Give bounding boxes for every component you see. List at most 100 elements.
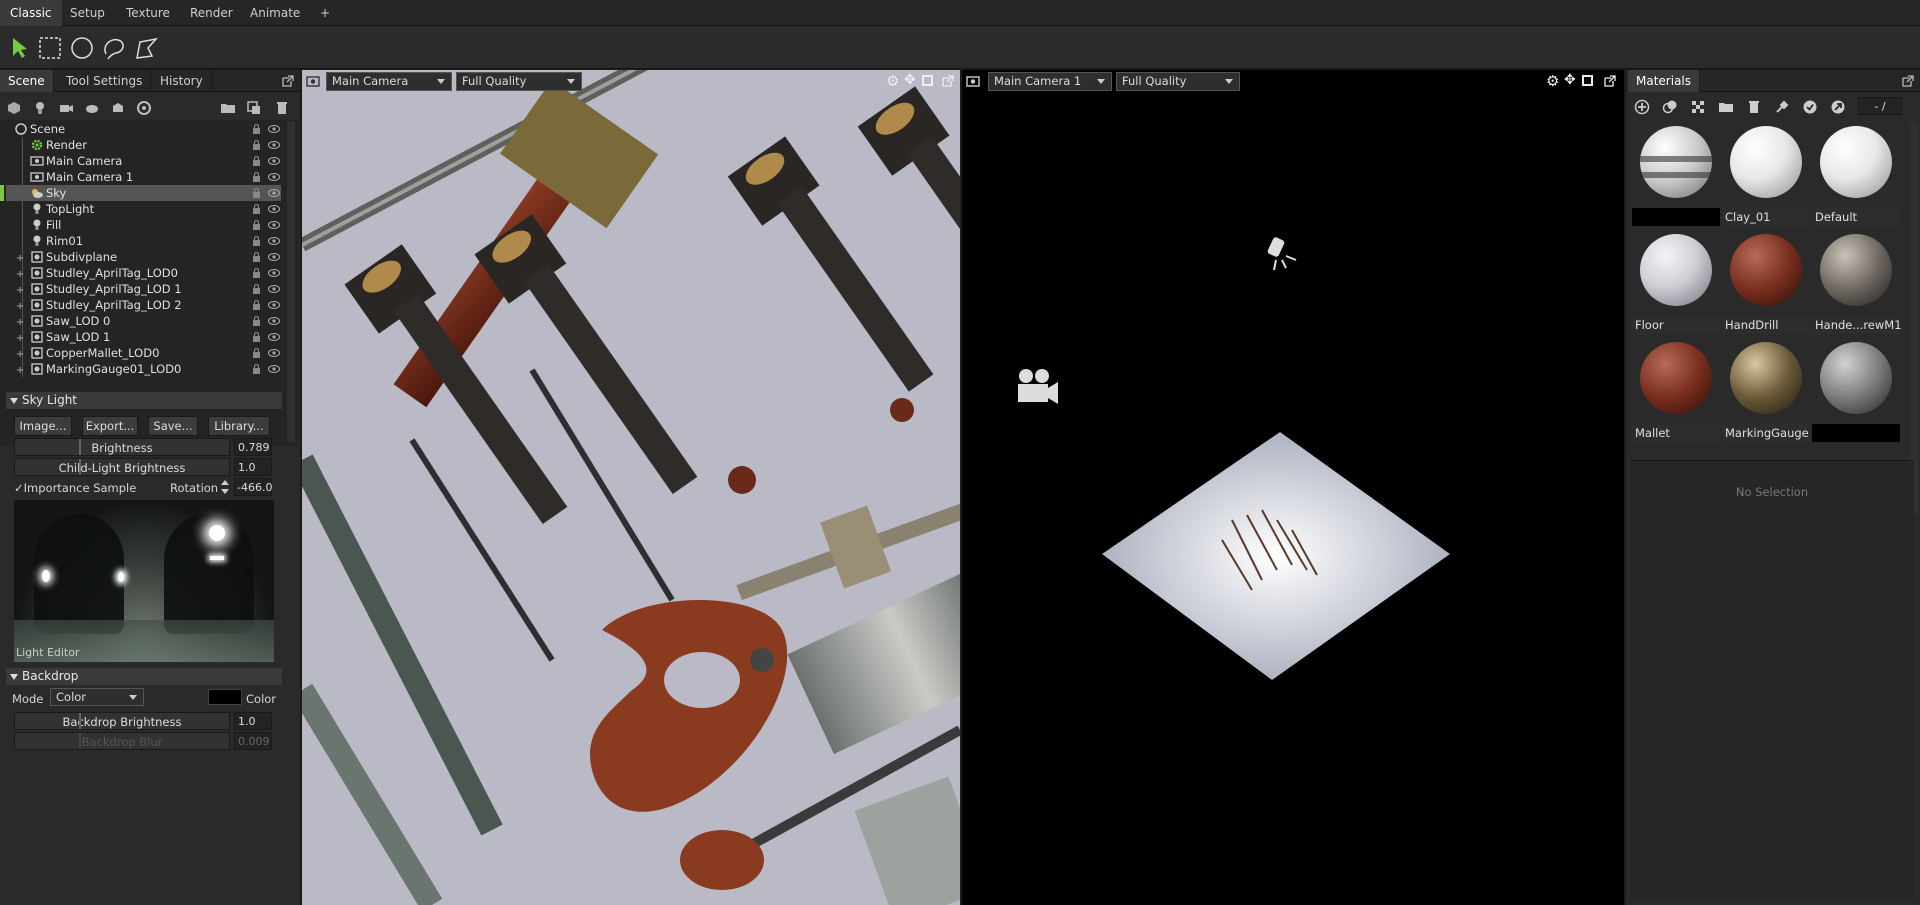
scene-tree-item[interactable]: + Studley_AprilTag_LOD 2 bbox=[6, 297, 281, 313]
assign-icon[interactable] bbox=[1802, 99, 1818, 115]
scene-tree-item[interactable]: + MarkingGauge01_LOD0 bbox=[6, 361, 281, 377]
lock-icon[interactable] bbox=[252, 188, 261, 198]
tab-tool-settings[interactable]: Tool Settings bbox=[58, 70, 152, 92]
lock-icon[interactable] bbox=[252, 284, 261, 294]
expand-icon[interactable]: + bbox=[16, 363, 24, 379]
scene-tree-item[interactable]: + Saw_LOD 0 bbox=[6, 313, 281, 329]
scene-tree-item[interactable]: Scene bbox=[6, 121, 281, 137]
folder-icon[interactable] bbox=[1718, 99, 1734, 115]
material-thumbnail[interactable]: Default bbox=[1812, 124, 1900, 228]
scene-tree-scrollbar[interactable] bbox=[287, 122, 295, 442]
library-button[interactable]: Library... bbox=[208, 416, 270, 436]
camera-dropdown[interactable]: Main Camera bbox=[326, 72, 452, 91]
eye-icon[interactable] bbox=[268, 141, 280, 149]
eye-icon[interactable] bbox=[268, 173, 280, 181]
eye-icon[interactable] bbox=[268, 125, 280, 133]
scene-tree-item[interactable]: + Subdivplane bbox=[6, 249, 281, 265]
material-thumbnail[interactable]: Mallet bbox=[1632, 340, 1720, 444]
circle-select-icon[interactable] bbox=[68, 34, 96, 62]
lock-icon[interactable] bbox=[252, 124, 261, 134]
scene-tree-item[interactable]: + Saw_LOD 1 bbox=[6, 329, 281, 345]
tab-setup[interactable]: Setup bbox=[60, 0, 115, 26]
lock-icon[interactable] bbox=[252, 268, 261, 278]
color-swatch[interactable] bbox=[208, 689, 242, 705]
folder-icon[interactable] bbox=[220, 100, 236, 116]
save-button[interactable]: Save... bbox=[148, 416, 198, 436]
backdrop-blur-slider[interactable]: Backdrop Blur bbox=[14, 732, 230, 750]
lock-icon[interactable] bbox=[252, 332, 261, 342]
lock-icon[interactable] bbox=[252, 172, 261, 182]
scene-tree-item[interactable]: Main Camera bbox=[6, 153, 281, 169]
brightness-value[interactable]: 0.789 bbox=[234, 438, 272, 456]
quality-dropdown[interactable]: Full Quality bbox=[456, 72, 582, 91]
importance-sample-checkbox[interactable]: ✓Importance Sample bbox=[14, 480, 136, 496]
move-icon[interactable]: ✥ bbox=[904, 72, 916, 88]
lock-icon[interactable] bbox=[252, 156, 261, 166]
camera-icon[interactable] bbox=[306, 74, 320, 88]
polygon-select-icon[interactable] bbox=[132, 34, 160, 62]
brightness-slider[interactable]: Brightness bbox=[14, 438, 230, 456]
material-thumbnail[interactable] bbox=[1812, 340, 1900, 444]
viewport-main-camera[interactable]: Main Camera Full Quality ⚙ ✥ bbox=[302, 70, 960, 905]
add-tab-button[interactable]: + bbox=[310, 0, 340, 26]
eye-icon[interactable] bbox=[268, 317, 280, 325]
duplicate-material-icon[interactable] bbox=[1662, 99, 1678, 115]
sky-light-header[interactable]: Sky Light bbox=[6, 392, 282, 409]
add-material-icon[interactable] bbox=[1634, 99, 1650, 115]
lock-icon[interactable] bbox=[252, 364, 261, 374]
add-material-icon[interactable] bbox=[136, 100, 152, 116]
lock-icon[interactable] bbox=[252, 300, 261, 310]
material-thumbnail[interactable]: Clay_01 bbox=[1722, 124, 1810, 228]
lock-icon[interactable] bbox=[252, 204, 261, 214]
tab-animate[interactable]: Animate bbox=[240, 0, 310, 26]
trash-icon[interactable] bbox=[1746, 99, 1762, 115]
tab-history[interactable]: History bbox=[152, 70, 212, 92]
light-gizmo-icon[interactable] bbox=[1260, 232, 1304, 276]
material-thumbnail[interactable]: HandDrill bbox=[1722, 232, 1810, 336]
child-light-value[interactable]: 1.0 bbox=[234, 458, 272, 476]
viewport-main-camera-1[interactable]: Main Camera 1 Full Quality ⚙ ✥ bbox=[962, 70, 1624, 905]
add-sky-icon[interactable] bbox=[84, 100, 100, 116]
gear-icon[interactable]: ⚙ bbox=[886, 72, 899, 90]
export-button[interactable]: Export... bbox=[82, 416, 138, 436]
trash-icon[interactable] bbox=[274, 100, 290, 116]
scene-tree-item[interactable]: TopLight bbox=[6, 201, 281, 217]
scene-tree-item[interactable]: + CopperMallet_LOD0 bbox=[6, 345, 281, 361]
spinner-icon[interactable] bbox=[220, 478, 230, 496]
add-light-icon[interactable] bbox=[32, 100, 48, 116]
eye-icon[interactable] bbox=[268, 189, 280, 197]
eye-icon[interactable] bbox=[268, 349, 280, 357]
child-light-slider[interactable]: Child-Light Brightness bbox=[14, 458, 230, 476]
popout-icon[interactable] bbox=[280, 73, 296, 89]
tab-scene[interactable]: Scene bbox=[0, 70, 54, 92]
eye-icon[interactable] bbox=[268, 157, 280, 165]
rect-select-icon[interactable] bbox=[36, 34, 64, 62]
lock-icon[interactable] bbox=[252, 140, 261, 150]
eye-icon[interactable] bbox=[268, 253, 280, 261]
backdrop-brightness-slider[interactable]: Backdrop Brightness bbox=[14, 712, 230, 730]
scene-tree-item[interactable]: + Studley_AprilTag_LOD 1 bbox=[6, 281, 281, 297]
scene-tree-item[interactable]: + Studley_AprilTag_LOD0 bbox=[6, 265, 281, 281]
lock-icon[interactable] bbox=[252, 236, 261, 246]
scene-tree-item[interactable]: Render bbox=[6, 137, 281, 153]
eye-icon[interactable] bbox=[268, 333, 280, 341]
lock-icon[interactable] bbox=[252, 252, 261, 262]
lock-icon[interactable] bbox=[252, 316, 261, 326]
sky-panorama-preview[interactable]: Light Editor bbox=[14, 500, 274, 662]
tab-render[interactable]: Render bbox=[180, 0, 243, 26]
tab-materials[interactable]: Materials bbox=[1628, 70, 1701, 92]
add-camera-icon[interactable] bbox=[58, 100, 74, 116]
maximize-icon[interactable] bbox=[922, 75, 933, 86]
eye-icon[interactable] bbox=[268, 301, 280, 309]
tab-texture[interactable]: Texture bbox=[116, 0, 180, 26]
tab-classic[interactable]: Classic bbox=[0, 0, 62, 26]
popout-icon[interactable] bbox=[940, 73, 956, 89]
add-group-icon[interactable] bbox=[110, 100, 126, 116]
backdrop-header[interactable]: Backdrop bbox=[6, 668, 282, 685]
rotation-value[interactable]: -466.0 bbox=[234, 478, 272, 496]
backdrop-blur-value[interactable]: 0.009 bbox=[234, 732, 272, 750]
material-thumbnail[interactable]: Floor bbox=[1632, 232, 1720, 336]
scene-tree-item[interactable]: Rim01 bbox=[6, 233, 281, 249]
eye-icon[interactable] bbox=[268, 269, 280, 277]
material-grid-scrollbar[interactable] bbox=[1910, 124, 1918, 514]
